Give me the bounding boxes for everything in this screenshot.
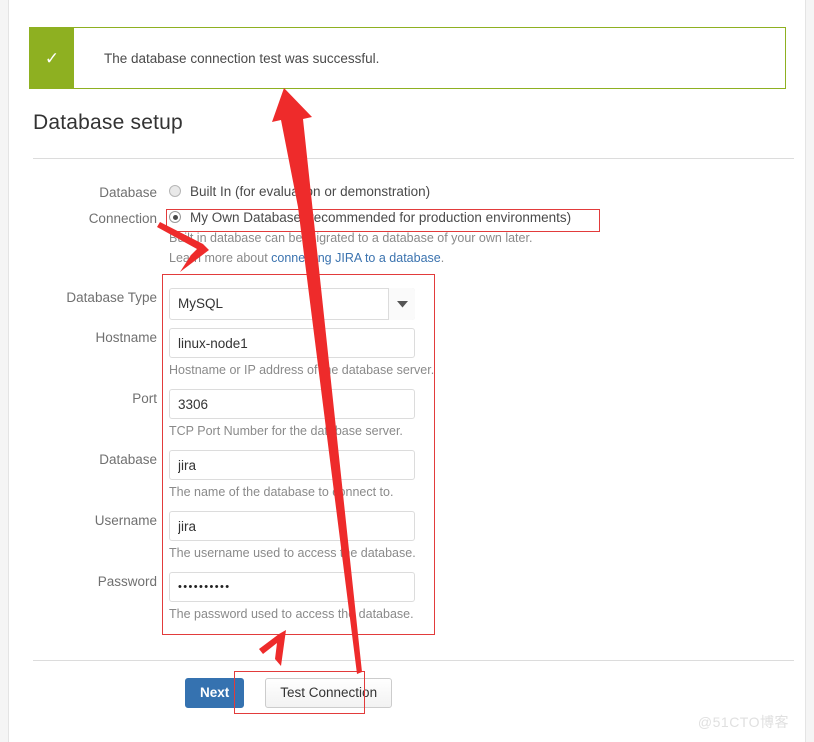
label-database: Database [99, 452, 157, 467]
database-fields: Database Type MySQL Hostname linux-node1… [66, 288, 807, 631]
page-title: Database setup [33, 111, 183, 134]
database-connection-control: Built In (for evaluation or demonstratio… [66, 180, 807, 633]
database-connection-label: Database Connection [9, 180, 169, 232]
field-row-port: Port TCP Port Number for the database se… [9, 389, 807, 448]
help-password: The password used to access the database… [169, 607, 414, 621]
success-banner: ✓ The database connection test was succe… [29, 27, 786, 89]
database-input[interactable] [169, 450, 415, 480]
form-actions: Next Test Connection [185, 678, 393, 708]
test-connection-button[interactable]: Test Connection [265, 678, 393, 708]
divider-bottom [33, 660, 794, 661]
field-row-database: Database The name of the database to con… [9, 450, 807, 509]
field-row-username: Username The username used to access the… [9, 511, 807, 570]
radio-label-my-own-database: My Own Database (recommended for product… [190, 209, 572, 225]
connection-helper-line1: Built in database can be migrated to a d… [169, 231, 533, 245]
port-input[interactable] [169, 389, 415, 419]
control-database: The name of the database to connect to. [169, 450, 415, 509]
radio-option-built-in[interactable]: Built In (for evaluation or demonstratio… [169, 180, 807, 202]
chevron-down-icon[interactable] [388, 288, 415, 320]
control-username: The username used to access the database… [169, 511, 416, 570]
help-hostname: Hostname or IP address of the database s… [169, 363, 435, 377]
control-database-type: MySQL [169, 288, 415, 320]
divider-top [33, 158, 794, 159]
database-type-value: MySQL [169, 288, 415, 320]
field-row-password: Password The password used to access the… [9, 572, 807, 631]
database-connection-label-line2: Connection [88, 211, 157, 226]
field-row-database-type: Database Type MySQL [9, 288, 807, 320]
hostname-input[interactable] [169, 328, 415, 358]
username-input[interactable] [169, 511, 415, 541]
database-connection-row: Database Connection Built In (for evalua… [9, 180, 807, 633]
label-username: Username [94, 513, 157, 528]
database-type-select[interactable]: MySQL [169, 288, 415, 320]
help-username: The username used to access the database… [169, 546, 416, 560]
control-hostname: Hostname or IP address of the database s… [169, 328, 434, 387]
radio-button-built-in[interactable] [169, 185, 181, 197]
helper-link-suffix: . [440, 251, 445, 265]
watermark: @51CTO博客 [697, 714, 789, 730]
control-port: TCP Port Number for the database server. [169, 389, 415, 448]
field-row-hostname: Hostname Hostname or IP address of the d… [9, 328, 807, 387]
page-content-panel: ✓ The database connection test was succe… [8, 0, 806, 742]
database-connection-label-line1: Database [99, 185, 157, 200]
radio-button-my-own-database[interactable] [169, 211, 181, 223]
success-banner-message: The database connection test was success… [104, 50, 380, 66]
helper-link-prefix: Learn more about [169, 251, 272, 265]
connecting-jira-link[interactable]: connecting JIRA to a database [271, 251, 441, 265]
check-icon: ✓ [30, 28, 74, 88]
help-port: TCP Port Number for the database server. [169, 424, 403, 438]
password-input[interactable] [169, 572, 415, 602]
label-port: Port [132, 391, 157, 406]
radio-label-built-in: Built In (for evaluation or demonstratio… [190, 183, 431, 199]
connection-helper-line2: Learn more about connecting JIRA to a da… [169, 249, 807, 268]
label-hostname: Hostname [95, 330, 157, 345]
label-password: Password [97, 574, 157, 589]
next-button[interactable]: Next [185, 678, 245, 708]
database-setup-form: Database Connection Built In (for evalua… [9, 180, 807, 633]
radio-option-my-own-database[interactable]: My Own Database (recommended for product… [169, 206, 807, 228]
control-password: The password used to access the database… [169, 572, 415, 631]
label-database-type: Database Type [66, 290, 157, 305]
help-database: The name of the database to connect to. [169, 485, 394, 499]
